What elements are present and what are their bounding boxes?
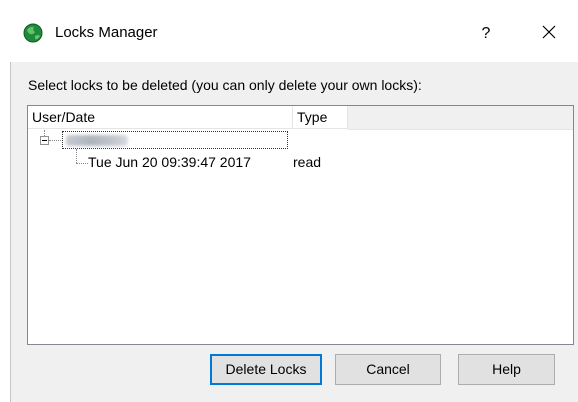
header-filler xyxy=(348,106,573,130)
collapse-toggle-icon[interactable] xyxy=(40,136,49,145)
tree-connector xyxy=(76,149,77,163)
close-icon[interactable] xyxy=(535,20,563,48)
delete-locks-button[interactable]: Delete Locks xyxy=(210,354,322,385)
tree-connector xyxy=(76,163,88,164)
lock-type: read xyxy=(293,154,322,170)
column-header-type[interactable]: Type xyxy=(293,106,348,129)
column-header-user-date[interactable]: User/Date xyxy=(28,106,293,129)
tree-node-user[interactable] xyxy=(62,131,288,149)
tree-connector xyxy=(49,140,63,141)
lock-date[interactable]: Tue Jun 20 09:39:47 2017 xyxy=(88,154,251,170)
redacted-user-name xyxy=(66,135,128,146)
globe-icon xyxy=(23,23,43,43)
help-title-button[interactable]: ? xyxy=(474,20,498,48)
dialog-body: Select locks to be deleted (you can only… xyxy=(10,62,578,402)
tree-header: User/Date Type xyxy=(28,106,573,130)
locks-manager-dialog: Locks Manager ? Select locks to be delet… xyxy=(0,0,578,402)
instruction-label: Select locks to be deleted (you can only… xyxy=(28,77,422,93)
cancel-button[interactable]: Cancel xyxy=(335,354,441,385)
help-button[interactable]: Help xyxy=(458,354,555,385)
locks-tree-view[interactable]: User/Date Type Tue Jun 20 09:39:47 2017 … xyxy=(27,105,574,345)
window-title: Locks Manager xyxy=(55,24,158,41)
title-bar: Locks Manager ? xyxy=(0,0,578,62)
